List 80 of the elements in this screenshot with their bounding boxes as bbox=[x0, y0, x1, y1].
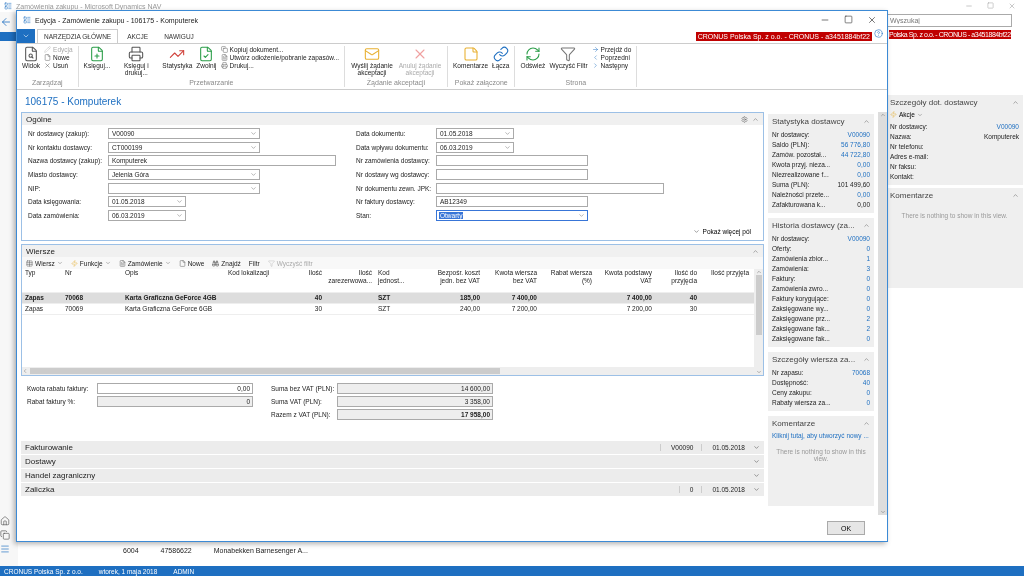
panel-title: Statystyka dostawcy bbox=[772, 117, 845, 126]
collapse-icon bbox=[752, 247, 759, 255]
menu-button[interactable] bbox=[17, 29, 35, 43]
cross-icon bbox=[44, 62, 52, 69]
link-icon bbox=[492, 46, 509, 62]
collapse-icon bbox=[863, 356, 870, 363]
maximize-icon bbox=[844, 15, 853, 24]
printer-icon bbox=[128, 46, 145, 62]
caret-icon bbox=[916, 111, 923, 118]
arrow-right-icon bbox=[591, 46, 599, 53]
panel-title: Szczegóły wiersza za... bbox=[772, 355, 856, 364]
binoculars-icon bbox=[212, 259, 220, 267]
scroll-down-icon bbox=[755, 369, 762, 376]
collapse-icon bbox=[863, 222, 870, 229]
scroll-left-icon bbox=[22, 368, 28, 375]
back-icon bbox=[0, 16, 12, 28]
section-title: Dostawy bbox=[25, 457, 56, 467]
document-icon bbox=[118, 259, 126, 267]
home-icon bbox=[0, 516, 10, 526]
caret-icon bbox=[164, 260, 171, 267]
pages-icon bbox=[0, 530, 10, 540]
section-title: Ogólne bbox=[26, 114, 52, 124]
panel-title: Komentarze bbox=[772, 419, 816, 428]
caret-icon bbox=[22, 32, 30, 40]
input-field[interactable] bbox=[436, 182, 664, 194]
envelope-icon bbox=[364, 46, 381, 62]
caret-icon bbox=[578, 212, 585, 220]
input-field[interactable] bbox=[436, 169, 588, 181]
document-icon bbox=[44, 54, 52, 61]
app-logo-icon bbox=[23, 16, 31, 24]
close-icon bbox=[867, 15, 877, 25]
page-title: 106175 - Komputerek bbox=[25, 95, 122, 107]
scroll-up-icon bbox=[755, 269, 762, 276]
collapse-icon bbox=[752, 115, 759, 123]
minimize-icon bbox=[965, 2, 973, 10]
section-title: Wiersze bbox=[26, 246, 55, 256]
app-logo-icon bbox=[4, 2, 12, 10]
lightning-icon bbox=[70, 259, 78, 267]
table-icon bbox=[26, 259, 33, 267]
panel-title: Historia dostawcy (za... bbox=[772, 221, 855, 230]
dropdown-field[interactable] bbox=[108, 182, 260, 194]
chevron-down-icon bbox=[692, 228, 700, 236]
document-icon bbox=[178, 259, 186, 267]
funnel-icon bbox=[267, 259, 275, 267]
section-title: Fakturowanie bbox=[25, 443, 74, 453]
collapse-icon bbox=[1012, 99, 1019, 106]
caret-icon bbox=[56, 260, 63, 267]
collapse-icon bbox=[863, 420, 870, 427]
vertical-scrollbar[interactable] bbox=[754, 269, 763, 376]
scroll-down-icon bbox=[879, 509, 886, 515]
printer-icon bbox=[220, 62, 228, 69]
maximize-icon bbox=[987, 2, 994, 9]
document-icon bbox=[220, 54, 228, 61]
input-field[interactable] bbox=[436, 155, 588, 167]
close-icon bbox=[1008, 2, 1016, 10]
collapsed-section[interactable]: Dostawy bbox=[21, 455, 764, 470]
pencil-icon bbox=[44, 46, 52, 53]
vertical-scrollbar[interactable] bbox=[878, 112, 887, 515]
collapsed-section[interactable]: Handel zagraniczny bbox=[21, 469, 764, 484]
scroll-up-icon bbox=[879, 112, 886, 118]
list-icon bbox=[0, 544, 10, 554]
note-icon bbox=[462, 46, 479, 62]
refresh-icon bbox=[524, 46, 541, 62]
lightning-icon bbox=[890, 111, 897, 118]
document-plus-icon bbox=[88, 46, 105, 62]
section-title: Handel zagraniczny bbox=[25, 471, 96, 481]
copy-icon bbox=[220, 46, 228, 53]
document-check-icon bbox=[198, 46, 215, 62]
funnel-icon bbox=[560, 46, 577, 62]
panel-title: Komentarze bbox=[890, 191, 934, 200]
caret-icon bbox=[104, 260, 111, 267]
section-title: Zaliczka bbox=[25, 485, 55, 495]
chevron-left-icon bbox=[591, 54, 599, 61]
help-icon bbox=[874, 29, 883, 38]
horizontal-scrollbar[interactable] bbox=[22, 367, 754, 376]
chevron-right-icon bbox=[591, 62, 599, 69]
collapse-icon bbox=[1012, 192, 1019, 199]
document-search-icon bbox=[23, 46, 40, 62]
panel-title: Szczegóły dot. dostawcy bbox=[890, 98, 978, 107]
collapse-icon bbox=[863, 118, 870, 125]
